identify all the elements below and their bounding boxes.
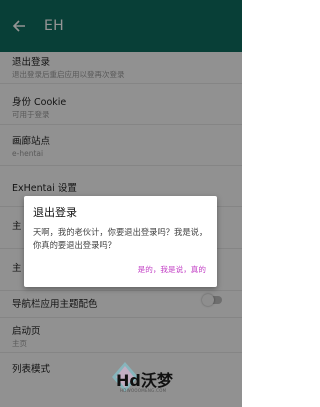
confirm-logout-button[interactable]: 是的，我是说，真的 [138, 264, 206, 275]
dialog-message: 天啊，我的老伙计，你要退出登录吗？我是说，你真的要退出登录吗？ [33, 227, 208, 250]
dialog-title: 退出登录 [33, 206, 77, 219]
logout-dialog: 退出登录 天啊，我的老伙计，你要退出登录吗？我是说，你真的要退出登录吗？ 是的，… [24, 196, 217, 287]
watermark-url: HDWOOOMENG.COM [120, 388, 167, 393]
watermark-logo: Hd沃梦 HDWOOOMENG.COM [110, 360, 190, 400]
settings-screen: EH 退出登录 退出登录后重启应用以登再次登录 身份 Cookie 可用于登录 … [0, 0, 242, 407]
